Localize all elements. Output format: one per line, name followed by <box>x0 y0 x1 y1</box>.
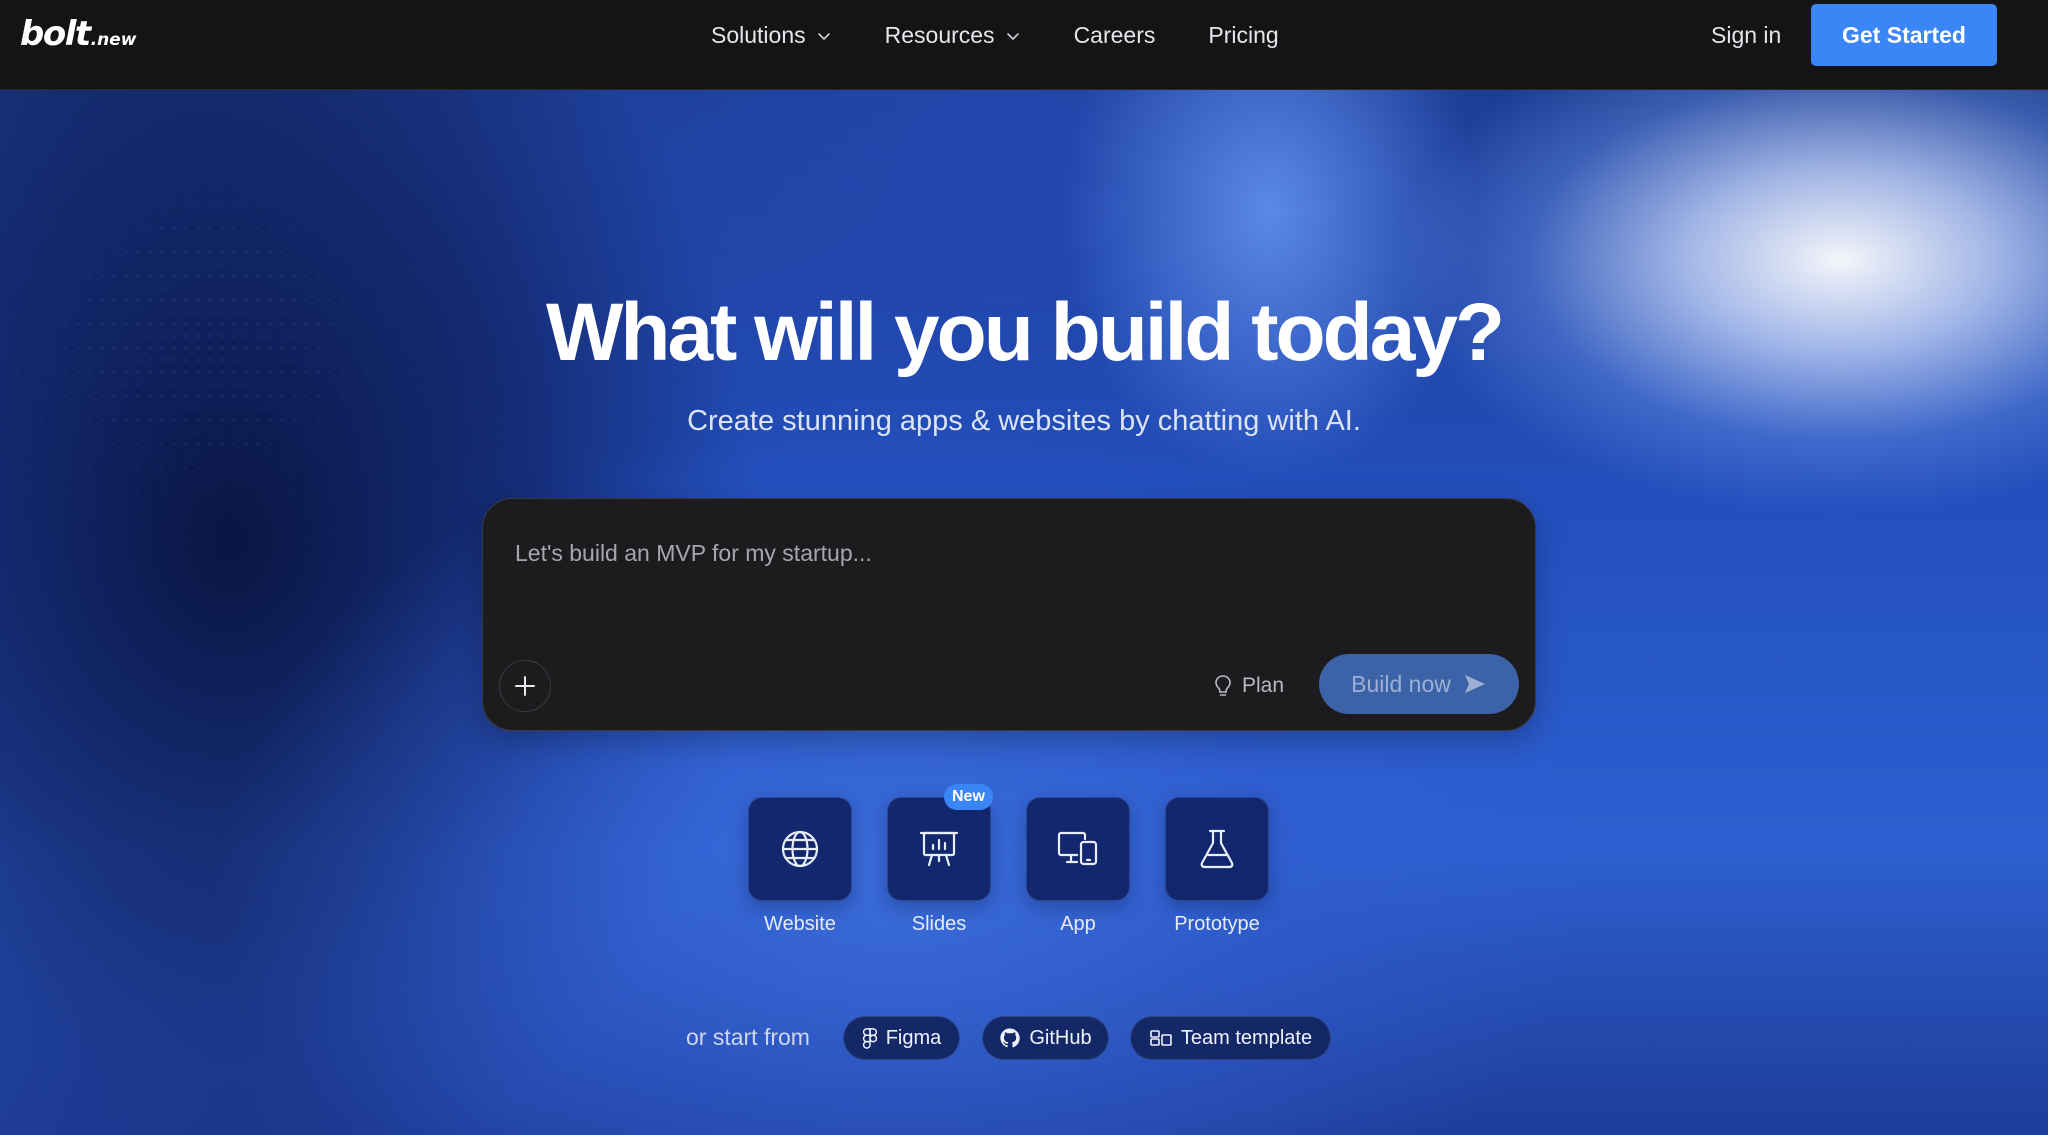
start-from-row: or start from Figma GitHub Team template <box>0 1016 2048 1060</box>
hero-subtitle: Create stunning apps & websites by chatt… <box>687 405 1361 437</box>
team-template-label: Team template <box>1180 1026 1313 1049</box>
prototype-tile-button[interactable] <box>1165 797 1269 901</box>
top-navigation-bar: bolt .new Solutions Resources Careers Pr… <box>0 0 2048 90</box>
logo-suffix: .new <box>90 30 137 50</box>
plan-label: Plan <box>1242 674 1285 697</box>
lightbulb-icon <box>1215 675 1231 696</box>
nav-solutions[interactable]: Solutions <box>711 22 832 49</box>
nav-solutions-label: Solutions <box>711 21 806 48</box>
plan-button[interactable]: Plan <box>1213 669 1284 703</box>
background-shadow <box>0 1055 2048 1135</box>
prompt-input[interactable] <box>515 533 1495 573</box>
build-now-button[interactable]: Build now <box>1319 654 1519 714</box>
category-app-label: App <box>1060 913 1096 935</box>
globe-icon <box>781 830 819 868</box>
category-tiles: Website New Slides App Prototype <box>0 784 2048 947</box>
prompt-box: Plan Build now <box>482 498 1536 731</box>
hero-title: What will you build today? <box>545 287 1505 378</box>
template-icon <box>1150 1030 1172 1046</box>
new-badge: New <box>944 784 993 810</box>
slides-tile-button[interactable] <box>887 797 991 901</box>
build-now-label: Build now <box>1351 670 1451 697</box>
logo-wordmark: bolt <box>20 14 91 54</box>
page: bolt .new Solutions Resources Careers Pr… <box>0 0 2048 1135</box>
figma-label: Figma <box>885 1026 942 1049</box>
category-website[interactable]: Website <box>748 797 852 936</box>
get-started-button[interactable]: Get Started <box>1811 4 1997 66</box>
flask-icon <box>1200 829 1234 869</box>
add-attachment-button[interactable] <box>499 660 551 712</box>
category-prototype[interactable]: Prototype <box>1165 797 1269 936</box>
nav-resources[interactable]: Resources <box>885 22 1021 49</box>
figma-import-button[interactable]: Figma <box>843 1016 960 1060</box>
nav-pricing-label: Pricing <box>1208 21 1279 48</box>
category-app[interactable]: App <box>1026 797 1130 936</box>
category-prototype-label: Prototype <box>1174 913 1260 935</box>
presentation-chart-icon <box>919 831 959 867</box>
category-website-label: Website <box>764 913 836 935</box>
devices-icon <box>1057 831 1098 866</box>
main-nav: Solutions Resources Careers Pricing <box>711 0 1332 70</box>
plus-icon <box>515 676 535 696</box>
bolt-logo[interactable]: bolt .new <box>20 14 136 74</box>
nav-careers[interactable]: Careers <box>1074 22 1156 49</box>
team-template-button[interactable]: Team template <box>1130 1016 1331 1060</box>
github-label: GitHub <box>1029 1026 1092 1049</box>
website-tile-button[interactable] <box>748 797 852 901</box>
chevron-down-icon <box>1006 33 1019 40</box>
sign-in-link[interactable]: Sign in <box>1711 0 1781 70</box>
start-from-label: or start from <box>686 1024 810 1050</box>
chevron-down-icon <box>817 33 830 40</box>
nav-pricing[interactable]: Pricing <box>1208 22 1278 49</box>
nav-careers-label: Careers <box>1073 21 1156 48</box>
figma-icon <box>862 1028 877 1049</box>
category-slides-label: Slides <box>911 913 967 935</box>
category-slides[interactable]: New Slides <box>887 784 993 936</box>
app-tile-button[interactable] <box>1026 797 1130 901</box>
send-arrow-icon <box>1464 675 1485 693</box>
github-icon <box>1000 1028 1021 1048</box>
nav-resources-label: Resources <box>884 21 995 48</box>
github-import-button[interactable]: GitHub <box>982 1016 1109 1060</box>
